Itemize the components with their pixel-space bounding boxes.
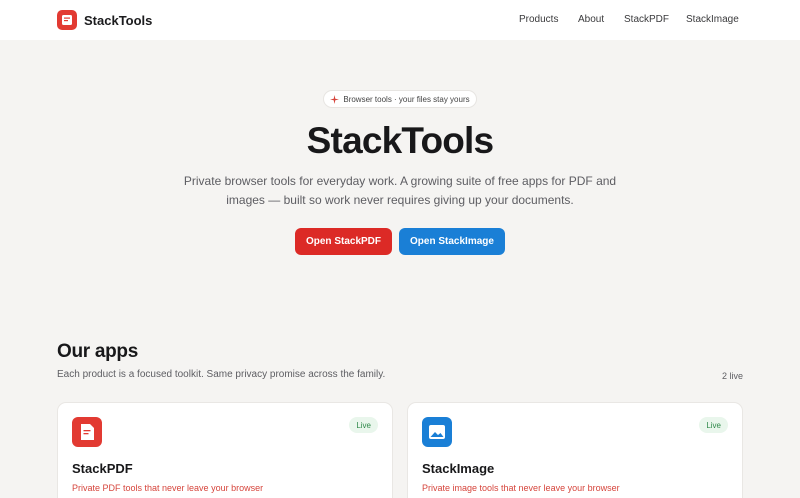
nav-link-stackimage[interactable]: StackImage	[686, 14, 739, 25]
hero-pill: Browser tools · your files stay yours	[323, 90, 477, 108]
card-title: StackPDF	[72, 461, 133, 476]
brand-name: StackTools	[84, 12, 153, 28]
nav-link-products[interactable]: Products	[519, 14, 558, 25]
top-nav: StackTools Products About StackPDF Stack…	[0, 0, 800, 40]
image-icon	[422, 417, 452, 447]
live-badge: Live	[349, 417, 378, 433]
app-card-stackimage[interactable]: Live StackImage Private image tools that…	[407, 402, 743, 498]
hero-pill-text: Browser tools · your files stay yours	[343, 94, 470, 104]
hero-title: StackTools	[306, 120, 494, 161]
brand[interactable]: StackTools	[57, 10, 152, 30]
stacktools-logo-icon	[57, 10, 77, 30]
live-count: 2 live	[721, 371, 743, 381]
open-stackimage-button[interactable]: Open StackImage	[399, 228, 505, 255]
nav-link-about[interactable]: About	[578, 14, 604, 25]
pdf-icon	[72, 417, 102, 447]
apps-section-subtitle: Each product is a focused toolkit. Same …	[57, 369, 386, 380]
card-description: Private image tools that never leave you…	[422, 483, 620, 493]
hero-subtitle: Private browser tools for everyday work.…	[183, 174, 617, 207]
card-title: StackImage	[422, 461, 495, 476]
apps-section-title: Our apps	[57, 341, 139, 362]
open-stackpdf-button[interactable]: Open StackPDF	[295, 228, 392, 255]
sparkle-icon	[330, 94, 340, 104]
live-badge: Live	[699, 417, 728, 433]
card-description: Private PDF tools that never leave your …	[72, 483, 264, 493]
app-card-stackpdf[interactable]: Live StackPDF Private PDF tools that nev…	[57, 402, 393, 498]
nav-link-stackpdf[interactable]: StackPDF	[624, 14, 669, 25]
